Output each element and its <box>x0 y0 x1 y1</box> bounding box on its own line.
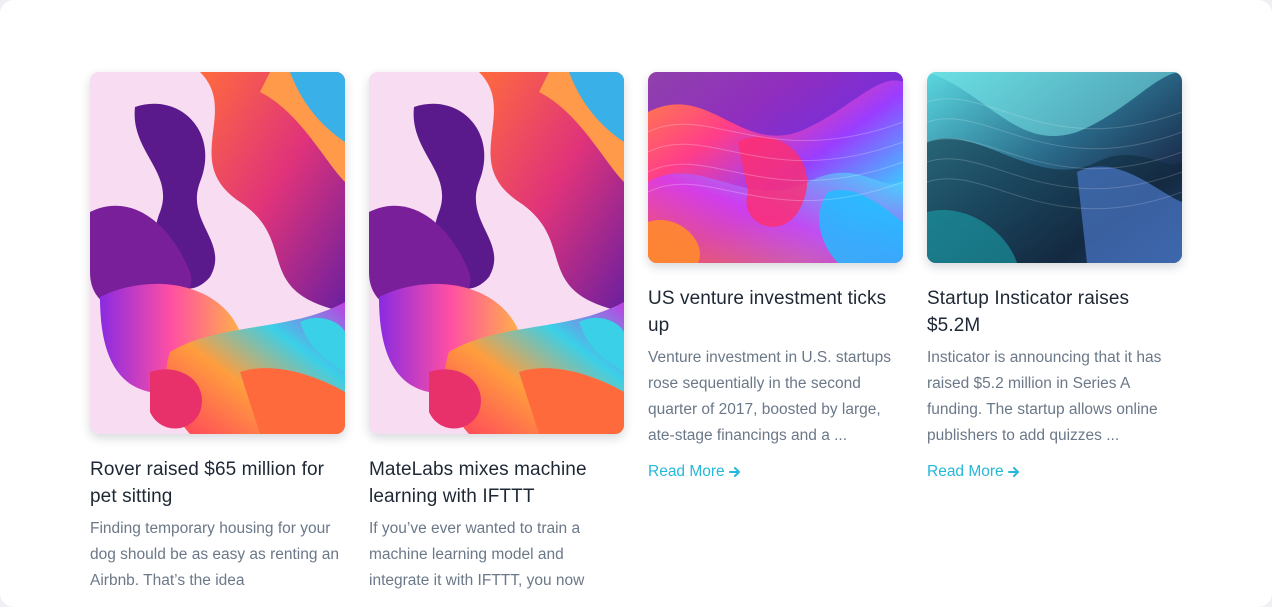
article-card: Rover raised $65 million for pet sitting… <box>90 72 345 594</box>
article-card: US venture investment ticks up Venture i… <box>648 72 903 481</box>
read-more-link[interactable]: Read More <box>927 463 1020 481</box>
abstract-art-image <box>90 72 345 434</box>
article-excerpt: Finding temporary housing for your dog s… <box>90 520 340 589</box>
article-card: Startup Insticator raises $5.2M Insticat… <box>927 72 1182 481</box>
article-title[interactable]: US venture investment ticks up <box>648 285 903 339</box>
read-more-label: Read More <box>648 463 725 480</box>
article-title[interactable]: Startup Insticator raises $5.2M <box>927 285 1182 339</box>
article-thumbnail[interactable] <box>90 72 345 434</box>
abstract-art-image <box>369 72 624 434</box>
arrow-right-icon <box>1007 467 1019 477</box>
read-more-label: Read More <box>927 463 1004 480</box>
article-excerpt: If you’ve ever wanted to train a machine… <box>369 520 585 589</box>
abstract-art-image <box>648 72 903 263</box>
blog-section: Rover raised $65 million for pet sitting… <box>0 0 1272 607</box>
read-more-link[interactable]: Read More <box>648 463 741 481</box>
article-title[interactable]: Rover raised $65 million for pet sitting <box>90 456 345 510</box>
abstract-art-image <box>927 72 1182 263</box>
arrow-right-icon <box>728 467 740 477</box>
article-thumbnail[interactable] <box>927 72 1182 263</box>
article-title[interactable]: MateLabs mixes machine learning with IFT… <box>369 456 624 510</box>
article-excerpt: Insticator is announcing that it has rai… <box>927 349 1162 444</box>
article-card: MateLabs mixes machine learning with IFT… <box>369 72 624 594</box>
article-thumbnail[interactable] <box>369 72 624 434</box>
article-excerpt: Venture investment in U.S. startups rose… <box>648 349 891 444</box>
article-thumbnail[interactable] <box>648 72 903 263</box>
